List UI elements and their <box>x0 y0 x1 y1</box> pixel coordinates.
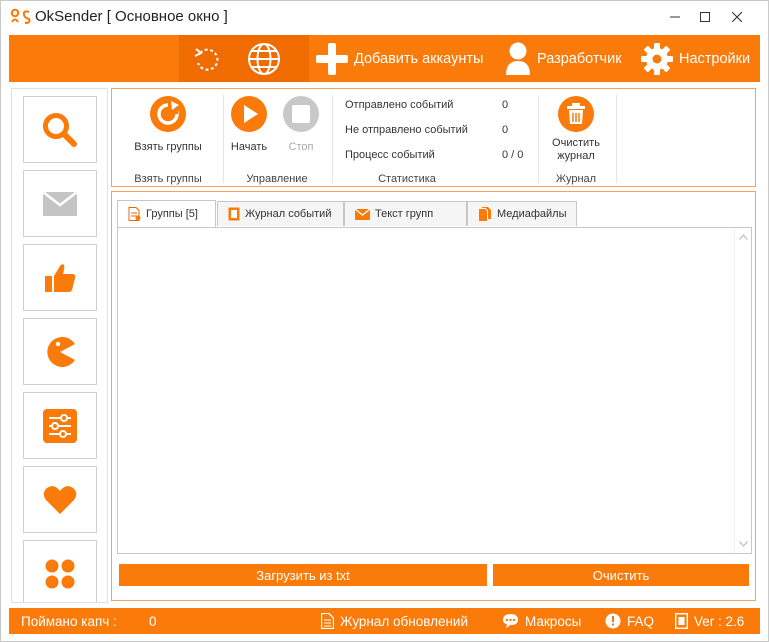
heart-icon <box>43 485 77 514</box>
developer-button[interactable]: Разработчик <box>505 35 622 82</box>
sidebar-item-likes[interactable] <box>23 244 97 311</box>
clear-button[interactable]: Очистить <box>493 564 749 586</box>
tab-event-log[interactable]: Журнал событий <box>217 201 344 226</box>
document-icon <box>128 207 141 221</box>
take-groups-button[interactable]: Взять группы <box>128 95 208 154</box>
refresh-icon <box>194 47 219 71</box>
tab-media-label: Медиафайлы <box>497 208 567 220</box>
grid-icon <box>45 559 75 588</box>
chat-icon <box>503 614 518 628</box>
faq-link[interactable]: FAQ <box>605 608 654 634</box>
clear-log-button[interactable]: Очистить журнал <box>544 95 608 163</box>
trash-icon <box>558 96 594 132</box>
tabs-panel: Группы [5] Журнал событий Текст групп Ме… <box>111 191 756 601</box>
stop-icon <box>283 96 319 132</box>
version-info: Ver : 2.6 <box>675 608 744 634</box>
settings-label: Настройки <box>679 50 751 67</box>
take-groups-label: Взять группы <box>134 141 202 153</box>
stat-sent-label: Отправлено событий <box>345 99 454 111</box>
settings-button[interactable]: Настройки <box>641 35 750 82</box>
minimize-button[interactable] <box>660 5 690 29</box>
faq-label: FAQ <box>627 613 655 629</box>
pacman-icon <box>47 336 75 367</box>
vertical-scrollbar[interactable] <box>734 228 751 553</box>
close-button[interactable] <box>722 5 752 29</box>
tab-group-text[interactable]: Текст групп <box>344 201 467 226</box>
sidebar-item-favorites[interactable] <box>23 466 97 533</box>
load-from-txt-button[interactable]: Загрузить из txt <box>119 564 487 586</box>
version-label: Ver : 2.6 <box>694 613 745 629</box>
scroll-down-arrow-icon[interactable] <box>738 539 749 549</box>
sidebar-item-filters[interactable] <box>23 392 97 459</box>
stop-button[interactable]: Стоп <box>278 95 324 154</box>
user-icon <box>506 42 530 75</box>
ribbon-panel: Взять группы Взять группы Начать Стоп Уп… <box>111 88 756 187</box>
macros-label: Макросы <box>525 613 582 629</box>
stat-not-sent-value: 0 <box>502 124 509 136</box>
tab-groups[interactable]: Группы [5] <box>117 200 216 227</box>
tab-groups-label: Группы [5] <box>146 208 198 220</box>
sidebar-item-apps[interactable] <box>23 540 97 602</box>
search-icon <box>43 112 77 147</box>
refresh-button[interactable] <box>192 35 222 82</box>
window-title: OkSender [ Основное окно ] <box>35 8 228 25</box>
journal-icon <box>228 207 240 221</box>
updates-log-link[interactable]: Журнал обновлений <box>321 608 468 634</box>
play-icon <box>231 96 267 132</box>
app-logo-icon <box>10 8 31 24</box>
main-toolbar: Добавить аккаунты Разработчик Настройки <box>9 35 760 82</box>
maximize-button[interactable] <box>690 5 720 29</box>
status-bar: Поймано капч : 0 Журнал обновлений Макро… <box>9 608 760 634</box>
globe-icon <box>248 42 280 75</box>
files-icon <box>478 206 492 222</box>
start-button[interactable]: Начать <box>226 95 272 154</box>
warning-icon <box>605 613 621 629</box>
group-label-take-groups: Взять группы <box>134 173 202 185</box>
groups-list[interactable] <box>117 227 752 554</box>
stat-not-sent-label: Не отправлено событий <box>345 124 468 136</box>
start-label: Начать <box>230 141 268 153</box>
stat-sent-value: 0 <box>502 99 509 111</box>
thumbs-up-icon <box>45 263 76 292</box>
globe-button[interactable] <box>247 35 281 82</box>
tab-media[interactable]: Медиафайлы <box>467 201 577 226</box>
document-icon <box>321 613 334 629</box>
captcha-label: Поймано капч : <box>21 613 117 629</box>
plus-icon <box>316 42 348 75</box>
scroll-up-arrow-icon[interactable] <box>738 232 749 242</box>
tab-event-log-label: Журнал событий <box>245 208 332 220</box>
add-accounts-button[interactable]: Добавить аккаунты <box>316 35 483 82</box>
sidebar-item-pacman[interactable] <box>23 318 97 385</box>
stop-label: Стоп <box>288 141 314 153</box>
title-bar: OkSender [ Основное окно ] <box>1 1 768 33</box>
clear-log-label: Очистить журнал <box>552 137 600 162</box>
sliders-icon <box>43 408 77 443</box>
left-sidebar <box>11 88 108 603</box>
group-label-stats: Статистика <box>378 173 436 185</box>
captcha-count: 0 <box>149 613 157 629</box>
envelope-small-icon <box>355 208 370 220</box>
gear-icon <box>641 42 673 75</box>
stat-process-label: Процесс событий <box>345 149 435 161</box>
updates-log-label: Журнал обновлений <box>340 613 468 629</box>
main-window: OkSender [ Основное окно ] Добавить акка… <box>0 0 769 642</box>
info-file-icon <box>675 613 688 629</box>
group-label-control: Управление <box>246 173 308 185</box>
tab-group-text-label: Текст групп <box>375 208 434 220</box>
sidebar-item-search[interactable] <box>23 96 97 163</box>
add-accounts-label: Добавить аккаунты <box>354 50 484 67</box>
sidebar-item-messages[interactable] <box>23 170 97 237</box>
macros-link[interactable]: Макросы <box>502 608 581 634</box>
refresh-circle-icon <box>150 96 186 132</box>
group-label-log: Журнал <box>555 173 597 185</box>
developer-label: Разработчик <box>537 50 622 67</box>
envelope-icon <box>43 191 77 216</box>
stat-process-value: 0 / 0 <box>502 149 524 161</box>
